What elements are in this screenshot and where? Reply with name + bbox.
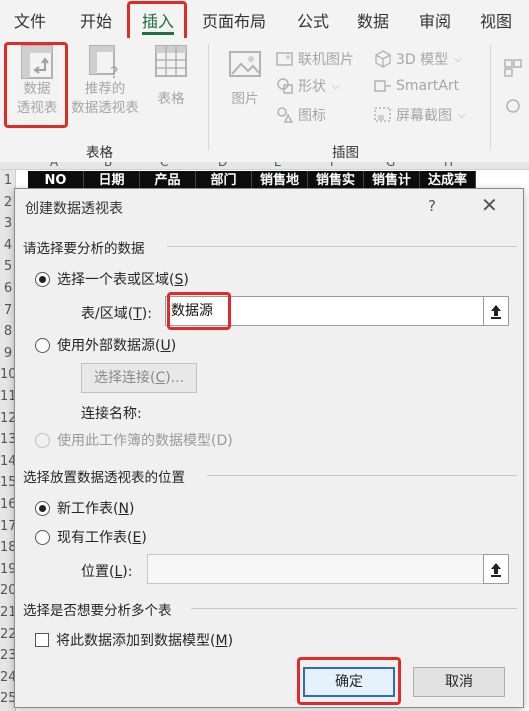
picture-icon: [229, 51, 261, 77]
svg-text:?: ?: [110, 63, 119, 80]
radio-select-range-label: 选择一个表或区域(S): [57, 272, 189, 288]
create-pivot-table-dialog: 创建数据透视表 ? ✕ 请选择要分析的数据 选择一个表或区域(S) 表/区域(T…: [14, 188, 524, 708]
upload-arrow-icon: [491, 563, 501, 577]
table-range-label: 表/区域(T):: [81, 306, 152, 322]
icons-icon: [277, 107, 294, 123]
radio-external-source-label: 使用外部数据源(U): [57, 338, 177, 354]
cube-icon: [375, 50, 391, 68]
recommended-pivot-icon: ?: [89, 45, 119, 80]
people-graph-icon[interactable]: [503, 96, 523, 116]
tab-file[interactable]: 文件: [14, 8, 46, 32]
shapes-button[interactable]: 形状 ⌵: [276, 75, 340, 97]
shapes-chevron-down-icon: ⌵: [332, 80, 340, 92]
screenshot-icon: [374, 107, 391, 122]
radio-existing-worksheet[interactable]: 现有工作表(E): [35, 527, 147, 547]
cancel-button[interactable]: 取消: [413, 667, 505, 697]
tab-view[interactable]: 视图: [480, 8, 512, 32]
tab-review[interactable]: 审阅: [419, 8, 451, 32]
close-icon[interactable]: ✕: [481, 193, 498, 217]
icons-button[interactable]: 图标: [276, 104, 326, 126]
table-icon: [155, 45, 187, 77]
illustrations-group-label: 插图: [332, 145, 359, 161]
addins-icon[interactable]: [503, 58, 523, 78]
table-button[interactable]: 表格: [146, 44, 196, 109]
recommended-pivot-button[interactable]: ? 推荐的 数据透视表: [66, 44, 144, 118]
location-picker-button[interactable]: [483, 554, 509, 584]
ribbon-panel: 数据 透视表 ? 推荐的 数据透视表 表格 表格 图片 联机图片 形状 ⌵ 图标…: [0, 38, 529, 162]
column-header[interactable]: C: [160, 162, 168, 169]
table-range-highlight: [167, 292, 231, 330]
connection-name-label: 连接名称:: [81, 406, 142, 422]
add-to-data-model-checkbox-row[interactable]: 将此数据添加到数据模型(M): [35, 630, 233, 650]
add-to-data-model-checkbox[interactable]: [35, 633, 49, 647]
radio-existing-worksheet-label: 现有工作表(E): [57, 530, 147, 546]
smartart-icon: [374, 80, 391, 92]
tables-group-label: 表格: [86, 145, 113, 161]
recommended-pivot-label-2: 数据透视表: [71, 100, 139, 116]
online-pictures-button[interactable]: 联机图片: [276, 48, 354, 70]
table-label: 表格: [157, 91, 185, 107]
column-header-row: A B C D E F G H: [0, 162, 529, 170]
row-number[interactable]: 1: [0, 173, 16, 188]
help-icon[interactable]: ?: [428, 197, 436, 215]
radio-data-model[interactable]: 使用此工作簿的数据模型(D): [35, 430, 233, 450]
recommended-pivot-label-1: 推荐的: [84, 81, 126, 97]
column-header[interactable]: H: [444, 162, 453, 169]
add-to-data-model-label: 将此数据添加到数据模型(M): [56, 633, 234, 649]
section-divider: [191, 608, 517, 609]
screenshot-label: 屏幕截图: [396, 108, 452, 124]
column-header-selected[interactable]: E: [274, 162, 282, 169]
3d-models-button[interactable]: 3D 模型 ⌵: [374, 48, 462, 70]
location-label: 位置(L):: [81, 564, 133, 580]
column-header[interactable]: G: [386, 162, 395, 169]
pivot-table-highlight: [4, 42, 68, 128]
3d-models-label: 3D 模型: [396, 52, 449, 68]
tab-page-layout[interactable]: 页面布局: [202, 8, 266, 32]
radio-button-selected[interactable]: [35, 500, 50, 516]
online-pictures-label: 联机图片: [298, 52, 354, 68]
upload-arrow-icon: [491, 305, 501, 319]
section-divider: [167, 246, 517, 247]
radio-data-model-label: 使用此工作簿的数据模型(D): [57, 433, 233, 449]
smartart-button[interactable]: SmartArt: [374, 75, 459, 97]
radio-external-source[interactable]: 使用外部数据源(U): [35, 335, 176, 355]
radio-button[interactable]: [35, 337, 50, 353]
group-separator: [208, 44, 209, 150]
screenshot-button[interactable]: 屏幕截图 ⌵: [374, 104, 466, 126]
range-picker-button[interactable]: [483, 296, 509, 326]
ok-button-highlight: [297, 657, 401, 705]
tab-home[interactable]: 开始: [80, 8, 112, 32]
radio-button-disabled[interactable]: [35, 432, 50, 448]
radio-select-range[interactable]: 选择一个表或区域(S): [35, 269, 189, 289]
radio-button[interactable]: [35, 529, 50, 545]
tab-data[interactable]: 数据: [357, 8, 389, 32]
dialog-title: 创建数据透视表: [25, 201, 123, 217]
ribbon-tab-bar: 文件 开始 插入 页面布局 公式 数据 审阅 视图: [0, 0, 529, 38]
section-divider: [207, 475, 517, 476]
screenshot-chevron-down-icon: ⌵: [458, 109, 466, 121]
radio-button-selected[interactable]: [35, 271, 50, 287]
shapes-label: 形状: [298, 79, 326, 95]
pictures-button[interactable]: 图片: [220, 50, 270, 109]
insert-tab-highlight: [127, 1, 187, 43]
location-input[interactable]: [147, 554, 485, 584]
choose-connection-button[interactable]: 选择连接(C)...: [81, 363, 197, 393]
smartart-label: SmartArt: [396, 78, 460, 94]
section-choose-data: 请选择要分析的数据: [23, 241, 145, 257]
column-header[interactable]: F: [330, 162, 337, 169]
3d-models-chevron-down-icon: ⌵: [454, 53, 462, 65]
section-multiple-tables: 选择是否想要分析多个表: [23, 603, 172, 619]
column-header[interactable]: B: [104, 162, 112, 169]
online-pictures-icon: [276, 52, 293, 66]
column-header[interactable]: A: [50, 162, 58, 169]
shapes-icon: [277, 78, 293, 94]
tab-formulas[interactable]: 公式: [297, 8, 329, 32]
column-header[interactable]: D: [218, 162, 227, 169]
radio-new-worksheet[interactable]: 新工作表(N): [35, 498, 134, 518]
icons-label: 图标: [298, 108, 326, 124]
radio-new-worksheet-label: 新工作表(N): [57, 501, 135, 517]
group-separator-2: [490, 44, 491, 150]
pictures-label: 图片: [231, 91, 259, 107]
section-placement: 选择放置数据透视表的位置: [23, 470, 185, 486]
